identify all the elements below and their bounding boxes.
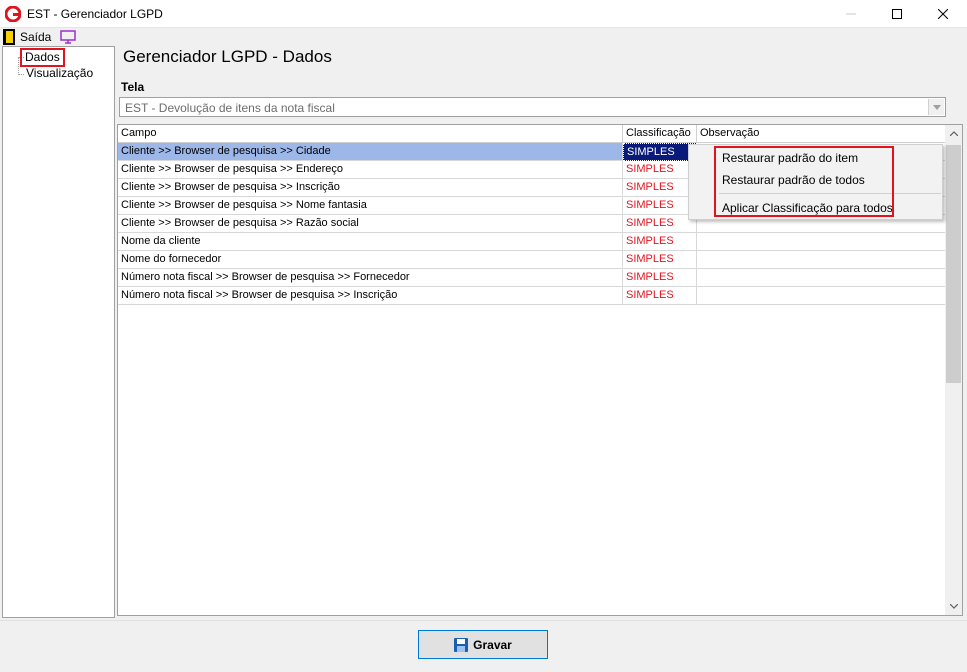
chevron-down-icon <box>949 604 958 609</box>
navigation-tree: Dados Visualização <box>2 46 115 618</box>
cell-observacao[interactable] <box>697 287 946 305</box>
cell-classificacao[interactable]: SIMPLES <box>623 197 697 215</box>
monitor-icon <box>60 30 76 44</box>
table-row[interactable]: Nome do fornecedor SIMPLES <box>118 251 946 269</box>
close-icon <box>938 9 948 19</box>
save-button[interactable]: Gravar <box>418 630 548 659</box>
cell-campo[interactable]: Nome da cliente <box>118 233 623 251</box>
tree-item-dados[interactable]: Dados <box>20 48 65 67</box>
chevron-up-icon <box>949 131 958 136</box>
screen-menu-item[interactable] <box>60 30 76 47</box>
cell-campo[interactable]: Nome do fornecedor <box>118 251 623 269</box>
cell-classificacao[interactable]: SIMPLES <box>623 179 697 197</box>
cell-campo[interactable]: Número nota fiscal >> Browser de pesquis… <box>118 269 623 287</box>
page-title: Gerenciador LGPD - Dados <box>123 47 332 66</box>
window-title: EST - Gerenciador LGPD <box>27 7 163 21</box>
exit-menu-label: Saída <box>20 30 52 44</box>
cell-campo[interactable]: Cliente >> Browser de pesquisa >> Endere… <box>118 161 623 179</box>
tela-select-value: EST - Devolução de itens da nota fiscal <box>125 101 335 115</box>
cell-campo[interactable]: Cliente >> Browser de pesquisa >> Inscri… <box>118 179 623 197</box>
cell-campo[interactable]: Cliente >> Browser de pesquisa >> Cidade <box>118 143 623 161</box>
minimize-button[interactable] <box>828 0 874 28</box>
cell-campo[interactable]: Cliente >> Browser de pesquisa >> Nome f… <box>118 197 623 215</box>
save-button-label: Gravar <box>473 637 512 652</box>
exit-door-icon <box>3 29 15 45</box>
cell-classificacao[interactable]: SIMPLES <box>623 251 697 269</box>
context-menu: Restaurar padrão do item Restaurar padrã… <box>688 144 943 220</box>
column-header-classificacao[interactable]: Classificação <box>623 125 697 143</box>
tree-connector <box>18 74 24 75</box>
tela-select[interactable]: EST - Devolução de itens da nota fiscal <box>119 97 946 117</box>
highlight-annotation <box>714 146 894 217</box>
chevron-down-icon <box>932 104 941 110</box>
cell-classificacao[interactable]: SIMPLES <box>623 233 697 251</box>
cell-observacao[interactable] <box>697 251 946 269</box>
grid-header: Campo Classificação Observação <box>118 125 946 143</box>
maximize-button[interactable] <box>874 0 920 28</box>
exit-menu-item[interactable]: Saída <box>3 28 51 46</box>
tela-dropdown-button[interactable] <box>928 99 944 115</box>
vertical-scrollbar[interactable] <box>945 125 962 615</box>
tree-connector <box>18 57 19 75</box>
cell-classificacao[interactable]: SIMPLES <box>623 161 697 179</box>
cell-classificacao[interactable]: SIMPLES <box>623 269 697 287</box>
tela-label: Tela <box>121 80 145 94</box>
maximize-icon <box>892 9 902 19</box>
footer-divider <box>0 620 967 621</box>
title-bar: EST - Gerenciador LGPD <box>0 0 967 28</box>
table-row[interactable]: Nome da cliente SIMPLES <box>118 233 946 251</box>
table-row[interactable]: Número nota fiscal >> Browser de pesquis… <box>118 287 946 305</box>
column-header-campo[interactable]: Campo <box>118 125 623 143</box>
cell-classificacao[interactable]: SIMPLES <box>623 215 697 233</box>
menu-bar: Saída <box>0 28 967 46</box>
cell-classificacao[interactable]: SIMPLES <box>623 287 697 305</box>
table-row[interactable]: Número nota fiscal >> Browser de pesquis… <box>118 269 946 287</box>
scrollbar-thumb[interactable] <box>946 145 961 383</box>
scroll-up-button[interactable] <box>945 125 962 142</box>
column-header-observacao[interactable]: Observação <box>697 125 946 143</box>
cell-campo[interactable]: Número nota fiscal >> Browser de pesquis… <box>118 287 623 305</box>
cell-observacao[interactable] <box>697 269 946 287</box>
tree-item-visualizacao[interactable]: Visualização <box>25 66 94 81</box>
floppy-disk-icon <box>454 637 469 652</box>
app-logo-icon <box>5 6 21 22</box>
cell-campo[interactable]: Cliente >> Browser de pesquisa >> Razão … <box>118 215 623 233</box>
minimize-icon <box>846 13 856 15</box>
scroll-down-button[interactable] <box>945 598 962 615</box>
cell-classificacao[interactable]: SIMPLES <box>623 143 697 161</box>
close-button[interactable] <box>920 0 966 28</box>
cell-observacao[interactable] <box>697 233 946 251</box>
